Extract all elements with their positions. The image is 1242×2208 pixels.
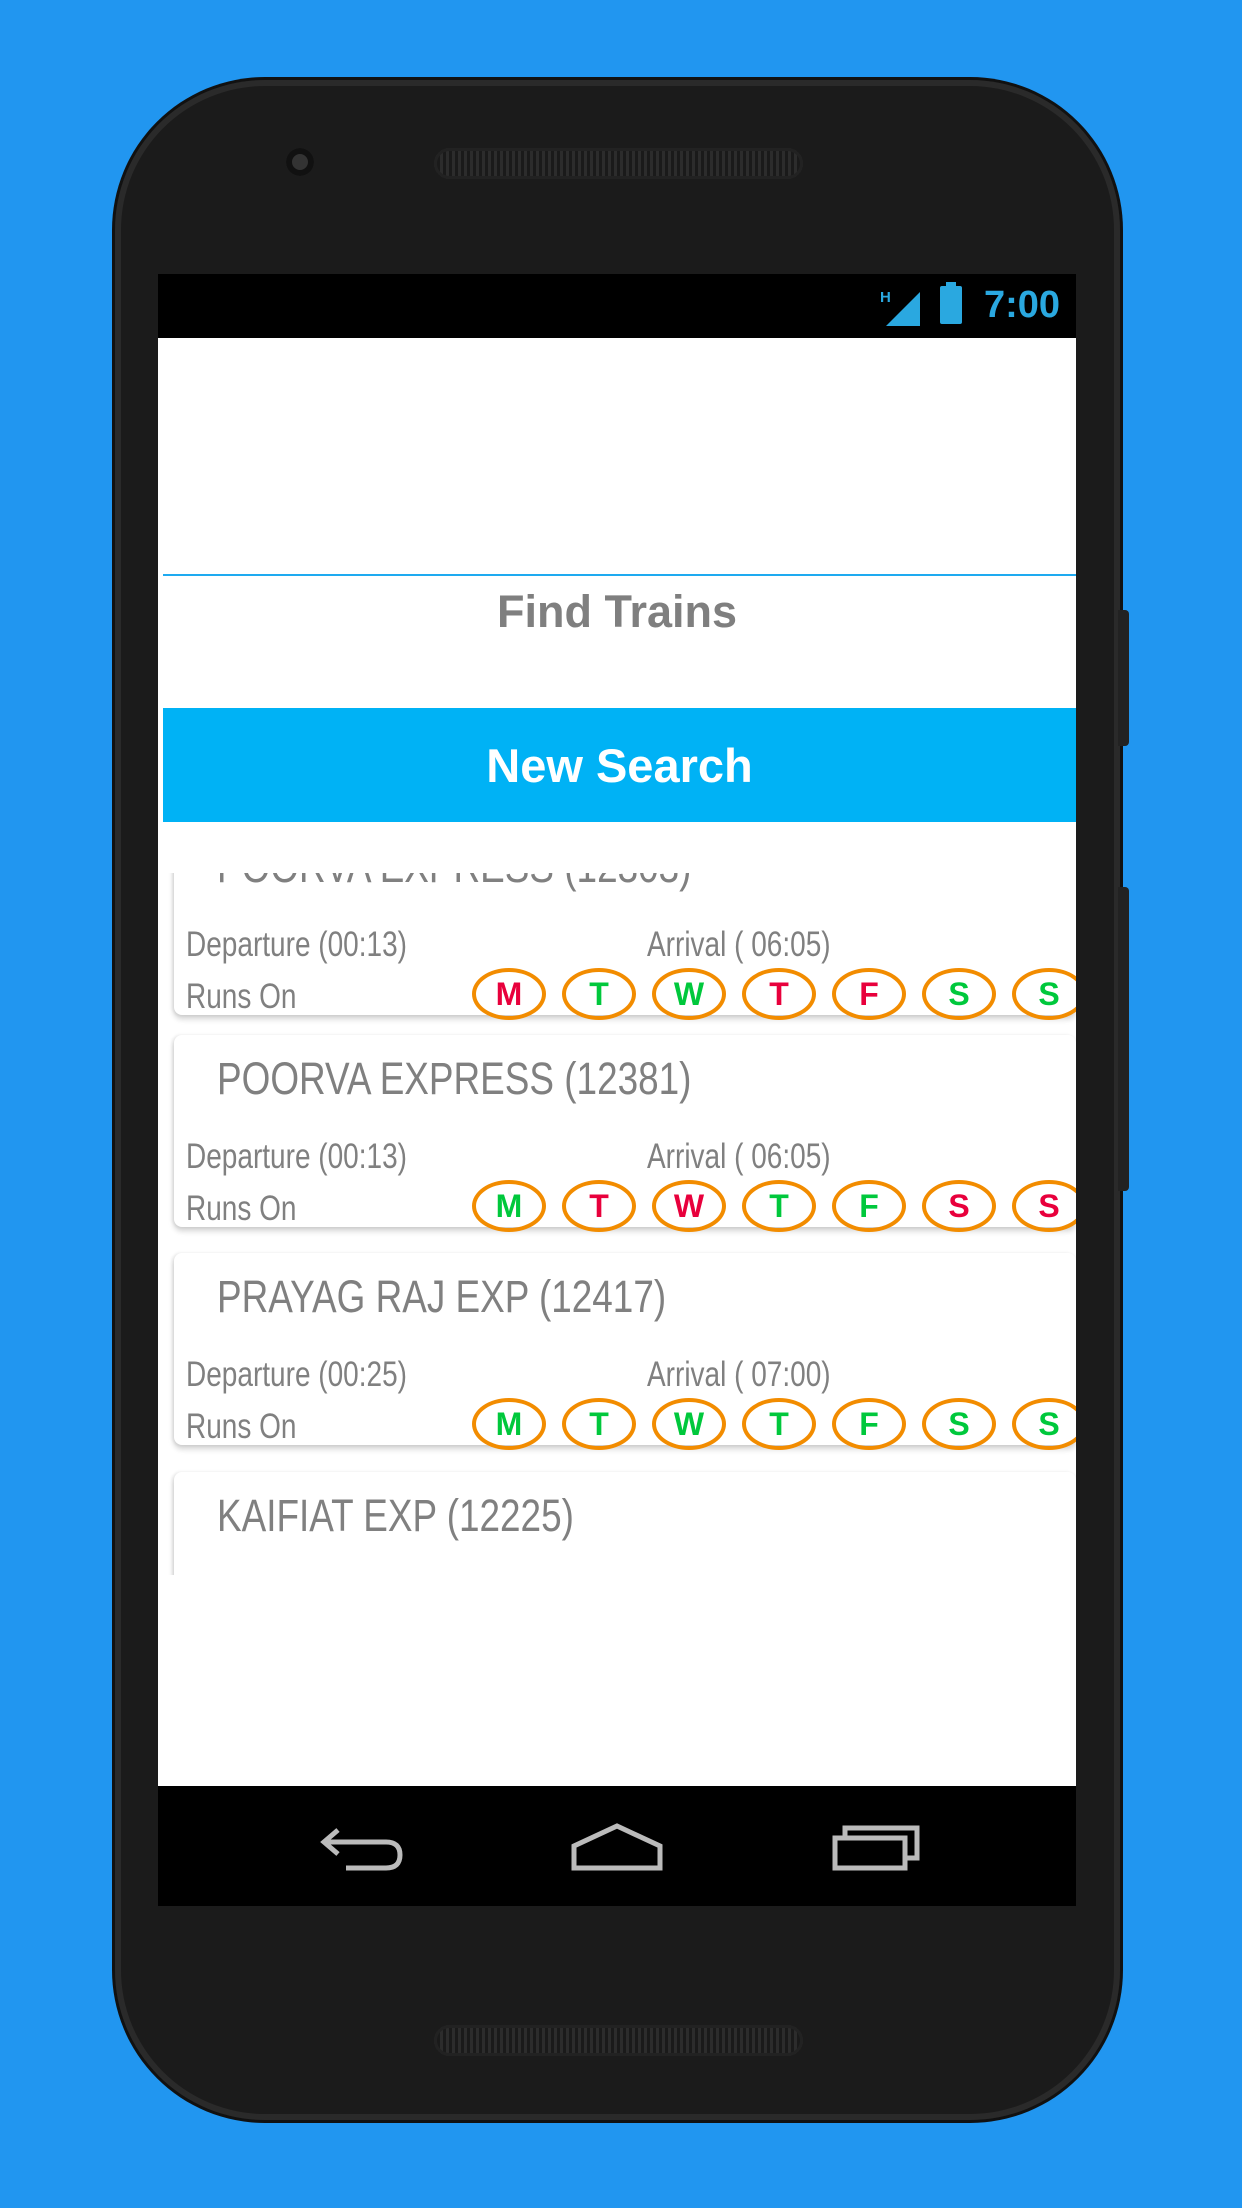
screen: H 7:00 Find Trains New Search POORVA EXP…: [158, 274, 1076, 1906]
page-title: Find Trains: [496, 586, 738, 637]
train-card[interactable]: POORVA EXPRESS (12303) Departure (00:13)…: [174, 873, 1076, 1020]
train-list[interactable]: POORVA EXPRESS (12303) Departure (00:13)…: [158, 873, 1076, 1575]
svg-text:H: H: [880, 289, 891, 306]
departure-time: Departure (00:50): [186, 1574, 407, 1575]
day-badge: T: [742, 1398, 816, 1450]
recent-apps-icon[interactable]: [831, 1822, 923, 1872]
home-icon[interactable]: [570, 1822, 664, 1872]
train-name: POORVA EXPRESS (12303): [217, 873, 691, 893]
train-name: POORVA EXPRESS (12381): [217, 1053, 692, 1104]
run-days: MTWTFSS: [472, 1180, 1076, 1232]
train-card[interactable]: PRAYAG RAJ EXP (12417) Departure (00:25)…: [174, 1253, 1076, 1450]
day-badge: M: [472, 1398, 546, 1450]
day-badge: S: [1012, 1398, 1076, 1450]
battery-icon: [940, 282, 962, 324]
day-badge: F: [832, 968, 906, 1020]
arrival-time: Arrival ( 06:05): [647, 925, 831, 964]
clock: 7:00: [983, 284, 1060, 326]
train-name: KAIFIAT EXP (12225): [217, 1490, 574, 1541]
train-name: PRAYAG RAJ EXP (12417): [217, 1271, 667, 1322]
day-badge: W: [652, 1180, 726, 1232]
day-badge: W: [652, 1398, 726, 1450]
front-camera: [286, 148, 314, 176]
runs-on-label: Runs On: [186, 1407, 297, 1446]
day-badge: S: [922, 968, 996, 1020]
runs-on-label: Runs On: [186, 1189, 297, 1228]
departure-time: Departure (00:13): [186, 925, 408, 964]
day-badge: S: [922, 1398, 996, 1450]
day-badge: T: [562, 1398, 636, 1450]
header-area: [163, 338, 1076, 576]
new-search-button[interactable]: New Search: [163, 708, 1076, 822]
runs-on-label: Runs On: [186, 977, 297, 1016]
day-badge: T: [562, 968, 636, 1020]
train-card[interactable]: POORVA EXPRESS (12381) Departure (00:13)…: [174, 1035, 1076, 1232]
navigation-bar: [158, 1786, 1076, 1906]
day-badge: T: [742, 968, 816, 1020]
day-badge: T: [742, 1180, 816, 1232]
status-bar: H 7:00: [158, 274, 1076, 338]
top-speaker: [434, 148, 803, 179]
day-badge: M: [472, 1180, 546, 1232]
arrival-time: Arrival ( 07:05): [647, 1574, 831, 1575]
bottom-speaker: [434, 2025, 803, 2056]
run-days: MTWTFSS: [472, 968, 1076, 1020]
day-badge: S: [1012, 1180, 1076, 1232]
volume-button: [1118, 887, 1129, 1191]
day-badge: F: [832, 1398, 906, 1450]
arrival-time: Arrival ( 07:00): [647, 1355, 831, 1394]
day-badge: M: [472, 968, 546, 1020]
day-badge: S: [1012, 968, 1076, 1020]
day-badge: S: [922, 1180, 996, 1232]
arrival-time: Arrival ( 06:05): [647, 1137, 831, 1176]
power-button: [1118, 610, 1129, 746]
day-badge: F: [832, 1180, 906, 1232]
train-card[interactable]: KAIFIAT EXP (12225) Departure (00:50) Ar…: [174, 1472, 1076, 1575]
signal-icon: H: [880, 289, 920, 326]
back-icon[interactable]: [318, 1822, 408, 1872]
departure-time: Departure (00:13): [186, 1137, 408, 1176]
departure-time: Departure (00:25): [186, 1355, 408, 1394]
run-days: MTWTFSS: [472, 1398, 1076, 1450]
day-badge: W: [652, 968, 726, 1020]
day-badge: T: [562, 1180, 636, 1232]
